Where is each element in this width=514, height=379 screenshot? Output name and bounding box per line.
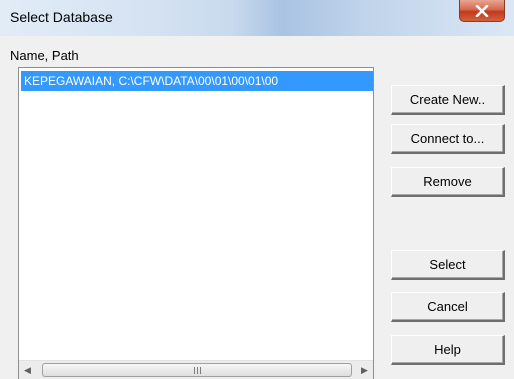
remove-button[interactable]: Remove [391, 167, 505, 197]
create-new-button[interactable]: Create New.. [391, 85, 505, 115]
window-title: Select Database [10, 9, 113, 25]
scroll-right-arrow-icon[interactable]: ▶ [356, 361, 373, 379]
horizontal-scrollbar[interactable]: ◀ ▶ [19, 360, 373, 379]
help-button[interactable]: Help [391, 335, 505, 365]
scroll-thumb[interactable] [42, 363, 352, 377]
select-button[interactable]: Select [391, 250, 505, 280]
title-bar[interactable]: Select Database [0, 0, 514, 37]
connect-to-button[interactable]: Connect to... [391, 124, 505, 154]
grip-icon [193, 366, 201, 374]
close-icon [475, 4, 489, 17]
cancel-button[interactable]: Cancel [391, 292, 505, 322]
list-item-selected[interactable]: KEPEGAWAIAN, C:\CFW\DATA\00\01\00\01\00 [21, 71, 373, 91]
scroll-left-arrow-icon[interactable]: ◀ [19, 361, 36, 379]
close-button[interactable] [459, 0, 505, 22]
list-column-header: Name, Path [10, 48, 79, 63]
database-listbox[interactable]: KEPEGAWAIAN, C:\CFW\DATA\00\01\00\01\00 [18, 67, 374, 379]
